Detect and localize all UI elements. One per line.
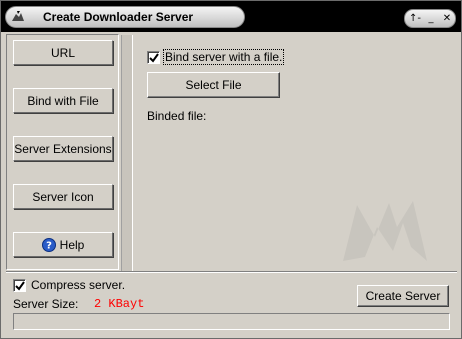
window-controls: ↑- _ ✕ xyxy=(404,9,456,28)
sidebar: URL Bind with File Server Extensions Ser… xyxy=(6,34,119,270)
app-icon xyxy=(12,11,24,21)
sidebar-item-label: URL xyxy=(50,45,75,60)
bind-server-checkbox[interactable] xyxy=(147,51,160,64)
bind-server-label[interactable]: Bind server with a file. xyxy=(162,49,285,65)
panel-splitter[interactable] xyxy=(121,35,133,271)
sidebar-item-label: Bind with File xyxy=(27,93,99,108)
create-server-label: Create Server xyxy=(365,289,441,303)
sidebar-item-label: Server Extensions xyxy=(14,141,112,156)
sidebar-item-server-extensions[interactable]: Server Extensions xyxy=(13,136,113,161)
sidebar-item-label: Help xyxy=(59,237,85,252)
title-pill: Create Downloader Server xyxy=(5,6,245,28)
bind-panel: Bind server with a file. Select File Bin… xyxy=(135,34,457,270)
sidebar-item-server-icon[interactable]: Server Icon xyxy=(13,184,113,209)
help-context-button[interactable]: ↑- xyxy=(407,11,423,26)
minimize-button[interactable]: _ xyxy=(423,11,439,26)
compress-server-label[interactable]: Compress server. xyxy=(31,278,125,292)
select-file-button[interactable]: Select File xyxy=(147,72,280,98)
sidebar-item-url[interactable]: URL xyxy=(13,40,113,65)
server-size-value: 2 KBayt xyxy=(94,297,145,311)
watermark-logo xyxy=(343,201,427,261)
title-bar[interactable]: Create Downloader Server ↑- _ ✕ xyxy=(1,1,461,32)
close-button[interactable]: ✕ xyxy=(439,11,455,26)
help-icon: ? xyxy=(41,237,56,252)
sidebar-item-help[interactable]: ? Help xyxy=(13,232,113,257)
select-file-label: Select File xyxy=(185,78,242,92)
horizontal-separator xyxy=(6,271,457,273)
window-title: Create Downloader Server xyxy=(43,10,194,24)
binded-file-label: Binded file: xyxy=(147,109,207,123)
progress-bar xyxy=(13,313,450,330)
checkmark-icon xyxy=(149,53,159,63)
server-size-label: Server Size: xyxy=(13,297,79,311)
sidebar-item-bind-with-file[interactable]: Bind with File xyxy=(13,88,113,113)
create-server-button[interactable]: Create Server xyxy=(357,285,449,307)
checkmark-icon xyxy=(15,281,25,291)
create-server-window: Create Downloader Server ↑- _ ✕ URL Bind… xyxy=(0,0,462,339)
sidebar-item-label: Server Icon xyxy=(32,189,94,204)
svg-text:?: ? xyxy=(46,240,52,251)
compress-server-checkbox[interactable] xyxy=(13,279,26,292)
